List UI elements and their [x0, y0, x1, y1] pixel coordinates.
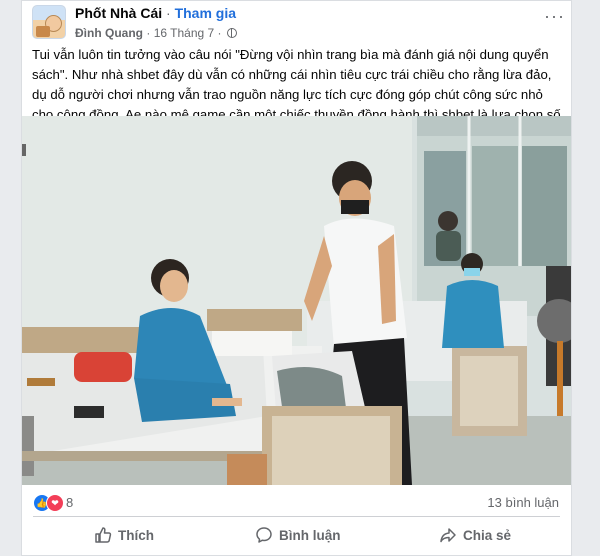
- comment-icon: [256, 527, 272, 543]
- separator: ·: [217, 26, 222, 40]
- globe-icon: [226, 28, 237, 38]
- group-name[interactable]: Phốt Nhà Cái: [75, 5, 162, 21]
- comment-button[interactable]: Bình luận: [255, 521, 341, 551]
- like-button[interactable]: Thích: [94, 521, 154, 551]
- post-photo[interactable]: [22, 116, 571, 485]
- more-options-button[interactable]: ···: [544, 7, 565, 25]
- action-bar: Thích Bình luận Chia sẻ: [22, 521, 571, 551]
- post-date[interactable]: 16 Tháng 7: [154, 26, 215, 40]
- share-button[interactable]: Chia sẻ: [439, 521, 511, 551]
- comment-count[interactable]: 13 bình luận: [487, 495, 559, 510]
- share-label: Chia sẻ: [463, 528, 512, 543]
- post-card: Phốt Nhà Cái · Tham gia Đình Quang · 16 …: [21, 0, 572, 556]
- post-header: Phốt Nhà Cái · Tham gia Đình Quang · 16 …: [32, 5, 565, 41]
- join-button[interactable]: Tham gia: [175, 5, 236, 21]
- avatar[interactable]: [32, 5, 66, 39]
- comment-label: Bình luận: [279, 528, 341, 543]
- reaction-count: 8: [66, 495, 74, 510]
- author-line: Phốt Nhà Cái · Tham gia: [75, 5, 236, 21]
- member-name[interactable]: Đình Quang: [75, 26, 143, 40]
- thumbs-up-icon: [95, 527, 112, 543]
- post-stats: 👍 ❤ 8 13 bình luận: [22, 489, 571, 513]
- meta-line: Đình Quang · 16 Tháng 7 ·: [75, 26, 237, 40]
- like-label: Thích: [118, 528, 154, 543]
- separator: ·: [146, 26, 151, 40]
- divider: [33, 516, 560, 517]
- share-icon: [440, 528, 456, 543]
- separator: ·: [166, 5, 171, 21]
- love-reaction-icon: ❤: [46, 494, 64, 512]
- hospital-photo: [22, 116, 571, 485]
